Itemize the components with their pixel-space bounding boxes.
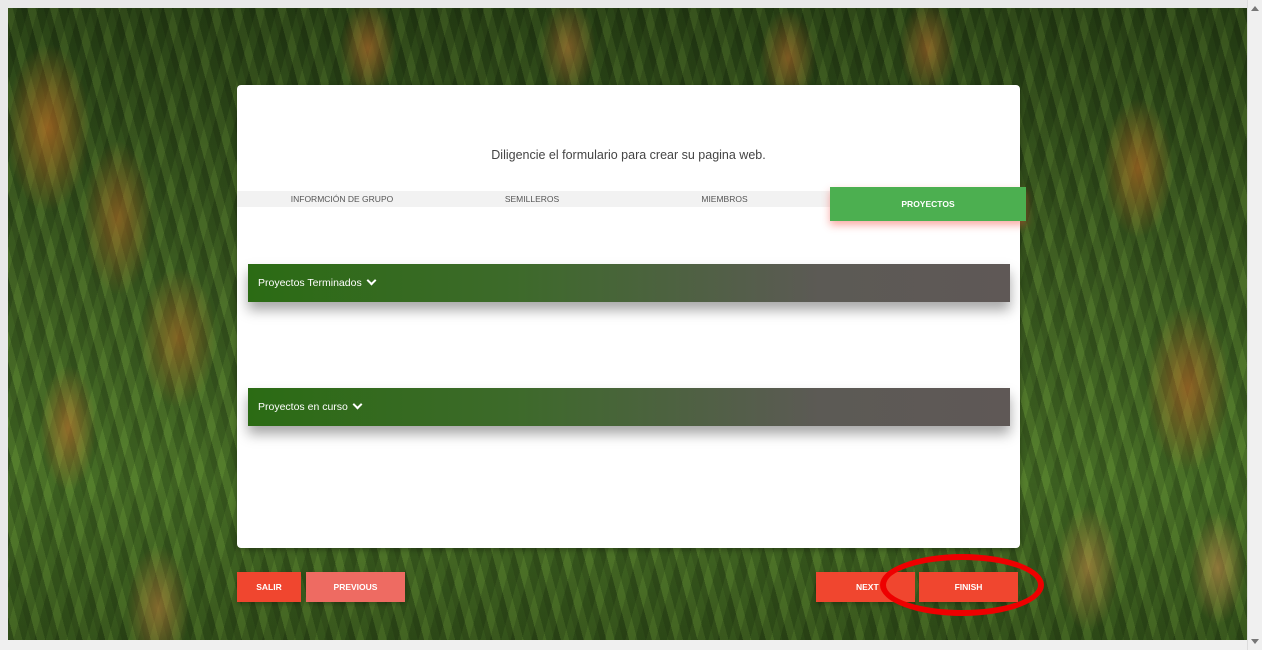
- chevron-down-icon: [366, 275, 377, 286]
- tab-miembros[interactable]: MIEMBROS: [627, 191, 822, 207]
- section-label: Proyectos en curso: [258, 399, 363, 413]
- tab-informacion-de-grupo[interactable]: INFORMCIÓN DE GRUPO: [237, 191, 447, 207]
- next-button[interactable]: NEXT: [816, 572, 915, 602]
- previous-button[interactable]: PREVIOUS: [306, 572, 405, 602]
- finish-button[interactable]: FINISH: [919, 572, 1018, 602]
- horizontal-scrollbar[interactable]: [0, 640, 1248, 650]
- form-subtitle: Diligencie el formulario para crear su p…: [491, 148, 766, 162]
- section-proyectos-en-curso[interactable]: Proyectos en curso: [248, 388, 1010, 426]
- scroll-down-arrow-icon[interactable]: [1251, 639, 1259, 644]
- tab-semilleros[interactable]: SEMILLEROS: [432, 191, 632, 207]
- scroll-up-arrow-icon[interactable]: [1251, 6, 1259, 11]
- section-label: Proyectos Terminados: [258, 275, 377, 289]
- form-card: Diligencie el formulario para crear su p…: [237, 85, 1026, 548]
- tab-proyectos[interactable]: PROYECTOS: [830, 187, 1026, 221]
- salir-button[interactable]: SALIR: [237, 572, 301, 602]
- chevron-down-icon: [352, 399, 363, 410]
- section-proyectos-terminados[interactable]: Proyectos Terminados: [248, 264, 1010, 302]
- vertical-scrollbar[interactable]: [1247, 0, 1262, 650]
